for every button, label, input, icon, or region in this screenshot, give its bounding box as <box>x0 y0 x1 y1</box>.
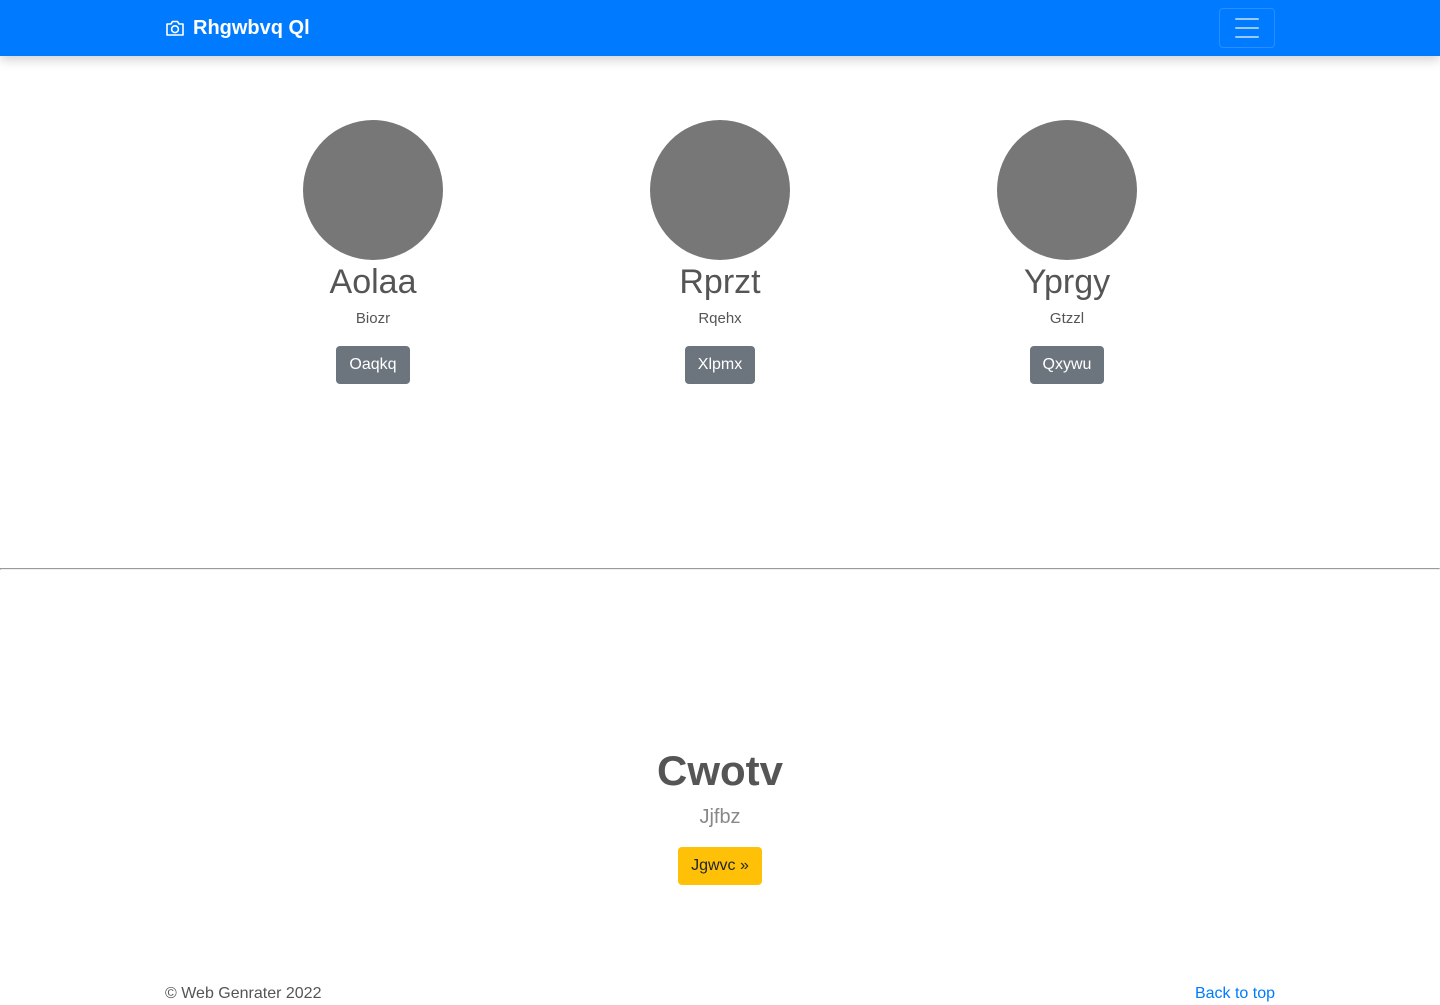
camera-icon <box>165 19 185 37</box>
person-button[interactable]: Qxywu <box>1029 346 1105 384</box>
person-card: Aolaa Biozr Oaqkq <box>223 120 523 384</box>
person-name: Yprgy <box>1023 263 1111 301</box>
person-card: Rprzt Rqehx Xlpmx <box>570 120 870 384</box>
feature-section: Cwotv Jjfbz Jgwvc » <box>0 745 1440 885</box>
brand-text: Rhgwbvq Ql <box>193 17 310 39</box>
person-role: Rqehx <box>698 310 742 327</box>
navbar: Rhgwbvq Ql <box>0 0 1440 56</box>
section-divider <box>0 568 1440 570</box>
navbar-toggler-button[interactable] <box>1219 8 1275 48</box>
person-role: Biozr <box>355 310 391 327</box>
avatar <box>650 120 790 260</box>
avatar <box>303 120 443 260</box>
person-name: Aolaa <box>329 263 417 301</box>
person-card: Yprgy Gtzzl Qxywu <box>917 120 1217 384</box>
hamburger-menu-icon <box>1235 18 1259 20</box>
footer-copyright: © Web Genrater 2022 <box>165 985 322 1002</box>
feature-title: Cwotv <box>657 747 783 794</box>
avatar <box>997 120 1137 260</box>
back-to-top-link[interactable]: Back to top <box>1195 984 1275 1004</box>
person-role: Gtzzl <box>1049 310 1085 327</box>
person-name: Rprzt <box>679 263 761 301</box>
person-button[interactable]: Xlpmx <box>684 346 756 384</box>
brand-link[interactable]: Rhgwbvq Ql <box>165 15 310 41</box>
person-button[interactable]: Oaqkq <box>336 346 410 384</box>
feature-subtitle: Jjfbz <box>699 806 741 828</box>
feature-cta-button[interactable]: Jgwvc » <box>678 847 762 885</box>
